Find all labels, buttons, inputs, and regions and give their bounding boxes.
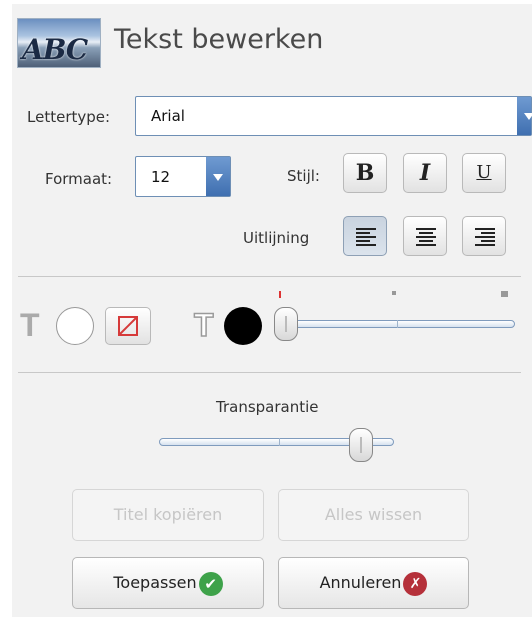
- underline-button[interactable]: U: [462, 153, 506, 193]
- size-dropdown-arrow-icon[interactable]: [206, 157, 230, 196]
- transparency-label: Transparantie: [216, 398, 319, 416]
- style-label: Stijl:: [287, 167, 320, 185]
- font-select[interactable]: Arial: [135, 96, 532, 136]
- font-value: Arial: [151, 107, 185, 125]
- font-label: Lettertype:: [27, 108, 111, 126]
- cancel-label: Annuleren: [319, 573, 402, 592]
- size-select[interactable]: 12: [135, 156, 231, 197]
- bold-button[interactable]: B: [343, 153, 387, 193]
- align-center-button[interactable]: [403, 216, 447, 256]
- apply-button[interactable]: Toepassen ✔: [72, 557, 264, 609]
- align-left-icon: [356, 228, 376, 248]
- no-fill-icon: [118, 316, 138, 336]
- outline-width-slider-thumb[interactable]: [274, 307, 298, 341]
- clear-all-button[interactable]: Alles wissen: [278, 489, 469, 541]
- outline-color-swatch[interactable]: [224, 307, 262, 345]
- text-color-swatch[interactable]: [56, 307, 94, 345]
- copy-title-button[interactable]: Titel kopiëren: [72, 489, 264, 541]
- outline-width-tick: [397, 320, 398, 328]
- divider: [18, 276, 521, 277]
- size-label: Formaat:: [45, 170, 113, 188]
- font-dropdown-arrow-icon[interactable]: [517, 97, 532, 135]
- close-icon: ✗: [403, 571, 428, 596]
- checkmark-icon: ✔: [198, 571, 223, 596]
- cancel-button[interactable]: Annuleren ✗: [278, 557, 469, 609]
- transparency-slider-thumb[interactable]: [348, 428, 373, 462]
- align-right-icon: [475, 228, 495, 248]
- alignment-label: Uitlijning: [243, 229, 310, 247]
- align-right-button[interactable]: [462, 216, 506, 256]
- logo-text: ABC: [22, 33, 88, 66]
- size-value: 12: [151, 167, 171, 186]
- apply-label: Toepassen: [113, 573, 197, 592]
- panel-title: Tekst bewerken: [114, 24, 324, 55]
- transparency-tick: [279, 438, 280, 446]
- italic-button[interactable]: I: [403, 153, 447, 193]
- align-center-icon: [416, 228, 436, 248]
- align-left-button[interactable]: [343, 216, 387, 256]
- outline-width-marker: [392, 291, 396, 295]
- outline-width-marker: [279, 291, 281, 298]
- text-color-icon: T: [20, 307, 40, 343]
- no-background-button[interactable]: [105, 307, 151, 345]
- outline-color-icon: T: [193, 306, 214, 344]
- abc-logo: ABC: [17, 18, 101, 68]
- divider: [18, 372, 521, 373]
- outline-width-slider-track[interactable]: [282, 320, 515, 328]
- outline-width-marker: [501, 291, 508, 297]
